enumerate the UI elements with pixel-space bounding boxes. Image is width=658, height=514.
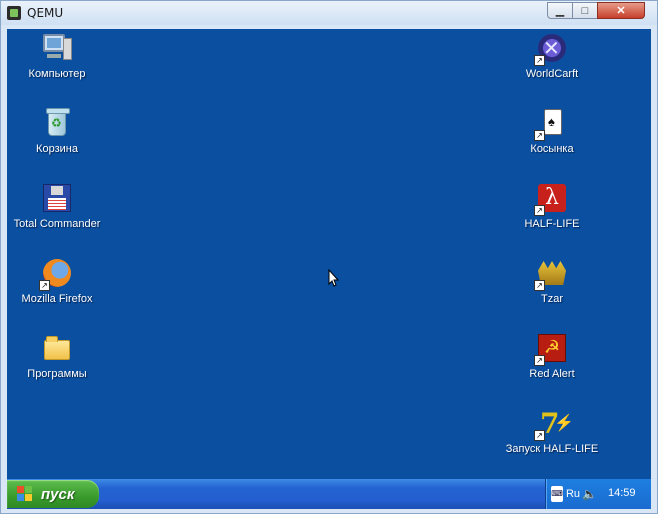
seven-launcher-icon: 7 ⚡ ↗ [534, 407, 574, 441]
shortcut-arrow-icon: ↗ [534, 280, 545, 291]
desktop-icon-label: Total Commander [13, 218, 101, 230]
keyboard-layout-icon[interactable]: ⌨ [551, 486, 563, 502]
crown-icon: ↗ [534, 257, 568, 291]
desktop-icon-recycle-bin[interactable]: Корзина [7, 107, 112, 155]
desktop-icon-label: Корзина [36, 143, 78, 155]
desktop-icon-label: Tzar [541, 293, 563, 305]
start-button-label: пуск [41, 485, 75, 503]
window-title: QEMU [27, 6, 64, 20]
desktop-icon-total-commander[interactable]: Total Commander [7, 182, 112, 230]
close-button[interactable]: ✕ [597, 2, 645, 19]
taskbar: пуск ⌨ Ru 🔈 14:59 [7, 479, 651, 509]
computer-icon [41, 32, 73, 64]
desktop-icon-half-life[interactable]: ↗ HALF-LIFE [497, 182, 607, 230]
folder-icon [41, 332, 73, 364]
desktop-icon-label: WorldCarft [525, 68, 579, 80]
desktop-icon-label: Программы [27, 368, 87, 380]
language-label: Ru [565, 488, 581, 500]
playing-cards-icon: ↗ [534, 107, 568, 141]
worldcraft-icon: ↗ [534, 32, 568, 66]
windows-logo-icon [17, 486, 33, 502]
qemu-window: QEMU ▁ □ ✕ Компьютер Корзина Total Comma… [0, 0, 658, 514]
shortcut-arrow-icon: ↗ [534, 130, 545, 141]
taskbar-clock[interactable]: 14:59 [608, 487, 636, 499]
half-life-lambda-icon: ↗ [534, 182, 568, 216]
shortcut-arrow-icon: ↗ [534, 205, 545, 216]
qemu-app-icon [7, 6, 21, 20]
desktop-icon-worldcraft[interactable]: ↗ WorldCarft [497, 32, 607, 80]
desktop-icon-firefox[interactable]: ↗ Mozilla Firefox [7, 257, 112, 305]
desktop-icon-label: HALF-LIFE [524, 218, 580, 230]
volume-speaker-icon[interactable]: 🔈 [582, 486, 597, 502]
start-button[interactable]: пуск [7, 480, 99, 508]
recycle-bin-icon [41, 107, 73, 139]
desktop-icon-tzar[interactable]: ↗ Tzar [497, 257, 607, 305]
desktop-icon-red-alert[interactable]: ↗ Red Alert [497, 332, 607, 380]
desktop-icon-label: Mozilla Firefox [21, 293, 93, 305]
guest-desktop: Компьютер Корзина Total Commander ↗ Mozi… [7, 29, 651, 509]
desktop-icon-label: Компьютер [28, 68, 86, 80]
shortcut-arrow-icon: ↗ [534, 55, 545, 66]
desktop-icon-programs[interactable]: Программы [7, 332, 112, 380]
system-tray: ⌨ Ru 🔈 14:59 [545, 479, 651, 509]
language-indicator[interactable]: Ru [565, 486, 581, 502]
firefox-icon: ↗ [39, 257, 73, 291]
desktop-icon-label: Red Alert [529, 368, 575, 380]
shortcut-arrow-icon: ↗ [534, 355, 545, 366]
shortcut-arrow-icon: ↗ [39, 280, 50, 291]
desktop-icon-label: Запуск HALF-LIFE [505, 443, 599, 455]
desktop-icon-launch-half-life[interactable]: 7 ⚡ ↗ Запуск HALF-LIFE [497, 407, 607, 455]
desktop-icon-solitaire[interactable]: ↗ Косынка [497, 107, 607, 155]
desktop-icon-computer[interactable]: Компьютер [7, 32, 112, 80]
maximize-button[interactable]: □ [572, 2, 598, 19]
shortcut-arrow-icon: ↗ [534, 430, 545, 441]
minimize-button[interactable]: ▁ [547, 2, 573, 19]
desktop-icon-label: Косынка [530, 143, 574, 155]
mouse-cursor-icon [328, 268, 340, 292]
window-titlebar[interactable]: QEMU ▁ □ ✕ [1, 1, 657, 25]
floppy-disk-icon [41, 182, 73, 214]
red-alert-icon: ↗ [534, 332, 568, 366]
